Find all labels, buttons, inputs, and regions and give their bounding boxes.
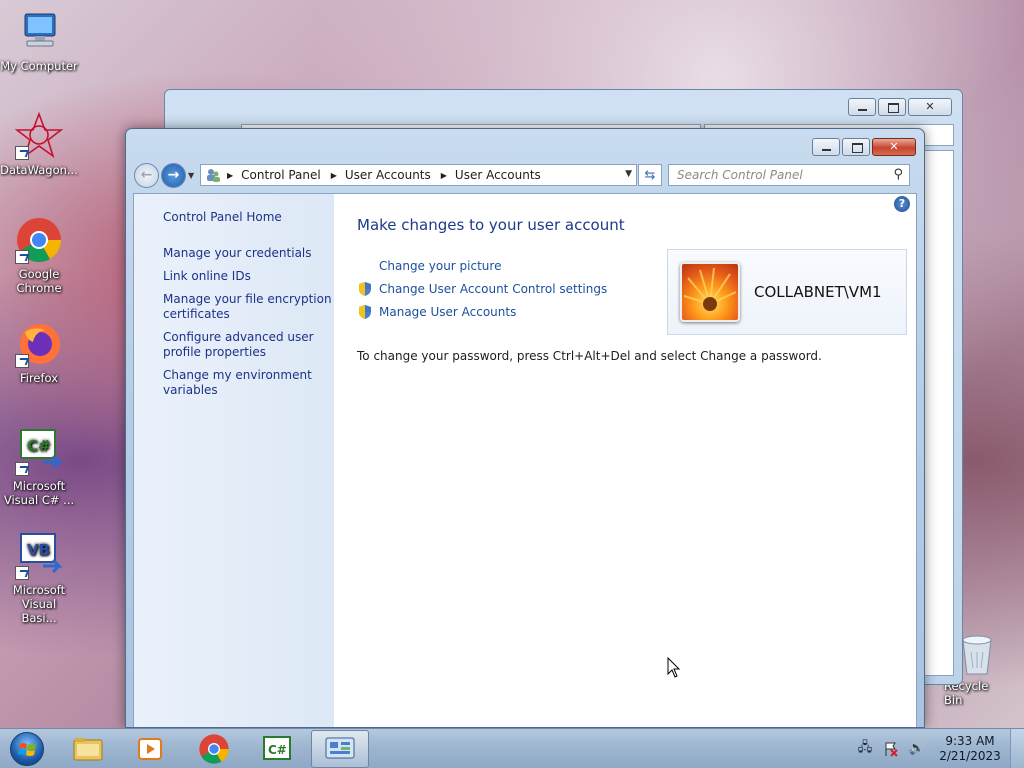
shortcut-arrow-icon bbox=[15, 566, 29, 580]
desktop-icon-label: Google Chrome bbox=[16, 267, 62, 295]
show-desktop-button[interactable] bbox=[1010, 728, 1024, 768]
user-account-tile: COLLABNET\VM1 bbox=[667, 249, 907, 335]
windows-logo-icon bbox=[10, 731, 44, 766]
task-label[interactable]: Change your picture bbox=[379, 259, 501, 273]
shortcut-arrow-icon bbox=[15, 462, 29, 476]
shortcut-arrow-icon bbox=[15, 354, 29, 368]
clock-time: 9:33 AM bbox=[945, 733, 995, 748]
page-title: Make changes to your user account bbox=[357, 216, 625, 234]
uac-shield-icon bbox=[359, 281, 371, 296]
forward-button[interactable]: → bbox=[161, 162, 186, 188]
control-panel-icon bbox=[205, 167, 221, 183]
window-content: Control Panel Home Manage your credentia… bbox=[133, 193, 917, 727]
desktop-icon-label: My Computer bbox=[0, 59, 78, 73]
breadcrumb-user-accounts[interactable]: User Accounts bbox=[345, 168, 431, 182]
volume-icon[interactable]: 🔊 bbox=[908, 740, 926, 758]
desktop-icon-visual-csharp[interactable]: C# Microsoft Visual C# ... bbox=[0, 428, 78, 507]
breadcrumb-control-panel[interactable]: Control Panel bbox=[241, 168, 321, 182]
sidebar-item-advanced-profile[interactable]: Configure advanced user profile properti… bbox=[163, 330, 334, 360]
recycle-bin-icon bbox=[957, 632, 997, 679]
taskbar-visual-csharp[interactable]: C# bbox=[248, 730, 306, 768]
chevron-right-icon[interactable]: ▶ bbox=[331, 171, 337, 180]
help-icon[interactable]: ? bbox=[894, 196, 910, 212]
main-pane: ? Make changes to your user account Chan… bbox=[334, 194, 916, 727]
svg-text:VB: VB bbox=[27, 541, 50, 559]
clock-date: 2/21/2023 bbox=[939, 748, 1001, 763]
network-icon[interactable]: 🖧 bbox=[856, 740, 874, 758]
refresh-icon: ⇆ bbox=[644, 167, 656, 183]
search-placeholder: Search Control Panel bbox=[677, 168, 803, 182]
breadcrumb: ▶ Control Panel ▶ User Accounts ▶ User A… bbox=[227, 168, 551, 182]
control-panel-icon bbox=[325, 737, 355, 758]
password-instructions: To change your password, press Ctrl+Alt+… bbox=[357, 349, 822, 363]
user-picture-icon bbox=[680, 262, 740, 322]
desktop-icon-google-chrome[interactable]: Google Chrome bbox=[0, 216, 78, 295]
taskbar-google-chrome[interactable] bbox=[185, 730, 243, 768]
folder-icon bbox=[73, 737, 103, 760]
media-player-icon bbox=[138, 737, 162, 760]
search-input[interactable]: Search Control Panel ⚲ bbox=[668, 164, 910, 186]
chevron-down-icon[interactable]: ▼ bbox=[625, 169, 632, 179]
close-button[interactable] bbox=[908, 98, 952, 116]
sidebar-item-manage-credentials[interactable]: Manage your credentials bbox=[163, 246, 334, 261]
refresh-button[interactable]: ⇆ bbox=[638, 164, 662, 186]
firefox-icon bbox=[15, 320, 63, 368]
taskbar-control-panel[interactable] bbox=[311, 729, 369, 768]
desktop-icon-firefox[interactable]: Firefox bbox=[0, 320, 78, 385]
search-icon[interactable]: ⚲ bbox=[893, 167, 903, 182]
clock[interactable]: 9:33 AM 2/21/2023 bbox=[934, 734, 1006, 764]
action-center-flag-icon[interactable] bbox=[882, 740, 900, 758]
visual-csharp-icon: C# bbox=[15, 428, 63, 476]
desktop-icon-label: Microsoft Visual C# ... bbox=[3, 479, 75, 507]
chrome-icon bbox=[199, 733, 229, 764]
chevron-right-icon[interactable]: ▶ bbox=[441, 171, 447, 180]
desktop-icon-my-computer[interactable]: My Computer bbox=[0, 8, 78, 73]
arrow-left-icon: ← bbox=[140, 167, 153, 183]
user-account-name: COLLABNET\VM1 bbox=[754, 283, 882, 301]
sidebar-item-file-encryption[interactable]: Manage your file encryption certificates bbox=[163, 292, 334, 322]
task-label[interactable]: Manage User Accounts bbox=[379, 305, 516, 319]
shortcut-arrow-icon bbox=[15, 146, 29, 160]
system-tray: 🖧 🔊 9:33 AM 2/21/2023 bbox=[856, 728, 1024, 768]
background-window-controls bbox=[848, 98, 952, 116]
visual-csharp-icon: C# bbox=[263, 735, 291, 760]
breadcrumb-user-accounts-current[interactable]: User Accounts bbox=[455, 168, 541, 182]
computer-icon bbox=[15, 8, 63, 56]
navigation-bar: ← → ▼ ▶ Control Panel ▶ User Accounts ▶ … bbox=[134, 161, 916, 189]
sidebar-item-link-online-ids[interactable]: Link online IDs bbox=[163, 269, 334, 284]
shortcut-arrow-icon bbox=[15, 250, 29, 264]
task-label[interactable]: Change User Account Control settings bbox=[379, 282, 607, 296]
chevron-right-icon[interactable]: ▶ bbox=[227, 171, 233, 180]
window-controls bbox=[812, 138, 916, 156]
arrow-right-icon: → bbox=[167, 167, 180, 183]
taskbar-media-player[interactable] bbox=[122, 730, 180, 768]
mouse-cursor-icon bbox=[667, 657, 681, 678]
sidebar-item-control-panel-home[interactable]: Control Panel Home bbox=[163, 210, 334, 225]
taskbar-file-explorer[interactable] bbox=[59, 730, 117, 768]
minimize-button[interactable] bbox=[848, 98, 876, 116]
datawagon-icon bbox=[14, 111, 64, 160]
desktop-icon-datawagon[interactable]: DataWagon... bbox=[0, 111, 78, 177]
recent-pages-dropdown[interactable]: ▼ bbox=[188, 171, 198, 180]
visual-basic-icon: VB bbox=[15, 532, 63, 580]
user-accounts-window[interactable]: ← → ▼ ▶ Control Panel ▶ User Accounts ▶ … bbox=[125, 128, 925, 728]
start-button[interactable] bbox=[4, 730, 50, 768]
desktop-icon-label: Firefox bbox=[19, 371, 59, 385]
minimize-button[interactable] bbox=[812, 138, 840, 156]
chrome-icon bbox=[15, 216, 63, 264]
taskbar: C# 🖧 🔊 9:33 AM 2/21/2023 bbox=[0, 728, 1024, 768]
maximize-button[interactable] bbox=[842, 138, 870, 156]
task-pane: Control Panel Home Manage your credentia… bbox=[134, 194, 334, 727]
desktop-icon-label: Microsoft Visual Basi... bbox=[12, 583, 66, 625]
address-bar[interactable]: ▶ Control Panel ▶ User Accounts ▶ User A… bbox=[200, 164, 637, 186]
uac-shield-icon bbox=[359, 304, 371, 319]
sidebar-item-environment-variables[interactable]: Change my environment variables bbox=[163, 368, 334, 398]
desktop-icon-label: DataWagon... bbox=[0, 163, 78, 177]
close-button[interactable] bbox=[872, 138, 916, 156]
back-button[interactable]: ← bbox=[134, 162, 159, 188]
maximize-button[interactable] bbox=[878, 98, 906, 116]
svg-text:C#: C# bbox=[27, 437, 51, 455]
desktop-icon-visual-basic[interactable]: VB Microsoft Visual Basi... bbox=[0, 532, 78, 625]
svg-text:C#: C# bbox=[268, 743, 287, 757]
